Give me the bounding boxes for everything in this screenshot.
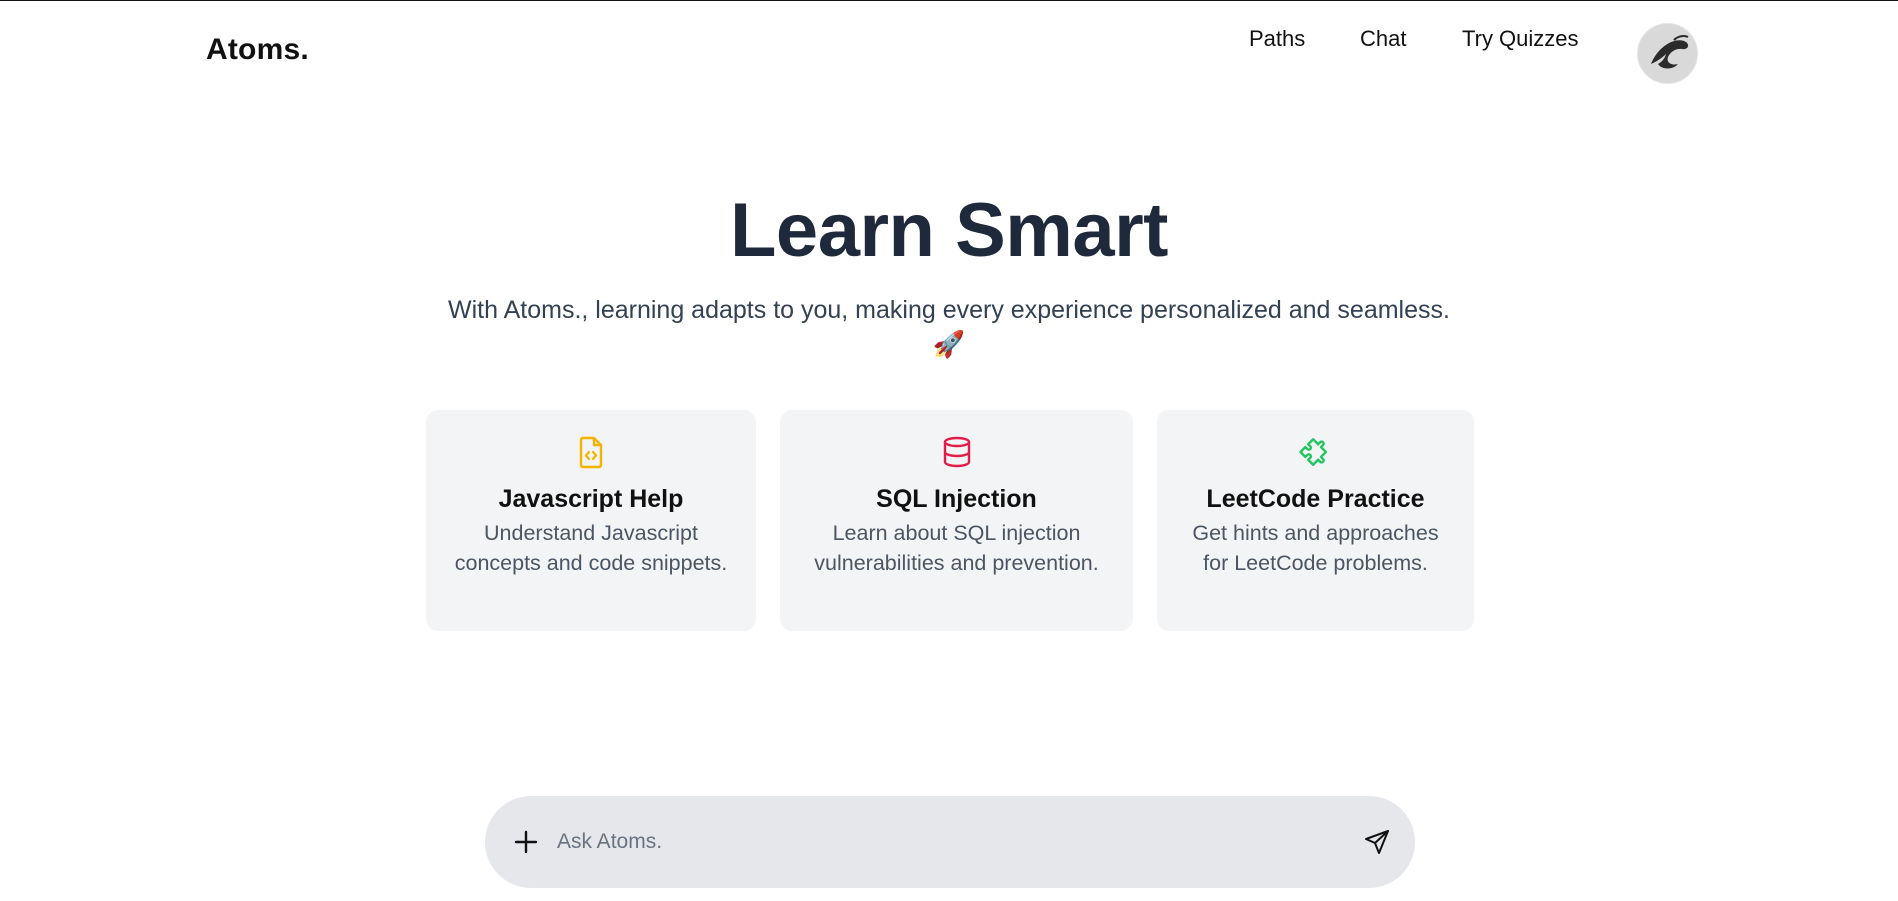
card-leetcode-practice[interactable]: LeetCode Practice Get hints and approach… — [1157, 410, 1474, 631]
card-title: LeetCode Practice — [1206, 485, 1425, 513]
card-description: Understand Javascript concepts and code … — [454, 521, 728, 575]
nav-link-paths[interactable]: Paths — [1249, 26, 1305, 52]
plus-icon[interactable] — [510, 826, 542, 858]
nav-link-try-quizzes[interactable]: Try Quizzes — [1462, 26, 1579, 52]
hero-title: Learn Smart — [730, 188, 1169, 273]
card-sql-injection[interactable]: SQL Injection Learn about SQL injection … — [780, 410, 1133, 631]
card-title: SQL Injection — [876, 485, 1037, 513]
nav-link-chat[interactable]: Chat — [1360, 26, 1406, 52]
logo[interactable]: Atoms. — [206, 33, 309, 67]
database-icon — [943, 436, 970, 468]
card-javascript-help[interactable]: Javascript Help Understand Javascript co… — [426, 410, 756, 631]
card-description: Learn about SQL injection vulnerabilitie… — [814, 521, 1099, 575]
ask-input[interactable] — [557, 818, 1317, 866]
card-description: Get hints and approaches for LeetCode pr… — [1192, 521, 1439, 575]
puzzle-icon — [1298, 438, 1327, 466]
send-icon[interactable] — [1363, 828, 1391, 856]
user-avatar[interactable] — [1637, 23, 1698, 84]
dragon-avatar-icon — [1638, 24, 1697, 83]
card-title: Javascript Help — [498, 485, 684, 513]
top-navbar: Atoms. Paths Chat Try Quizzes — [0, 1, 1898, 105]
chat-input-bar — [485, 796, 1415, 888]
rocket-emoji: 🚀 — [932, 329, 966, 359]
hero-subtitle: With Atoms., learning adapts to you, mak… — [448, 296, 1450, 324]
file-code-icon — [579, 436, 603, 469]
